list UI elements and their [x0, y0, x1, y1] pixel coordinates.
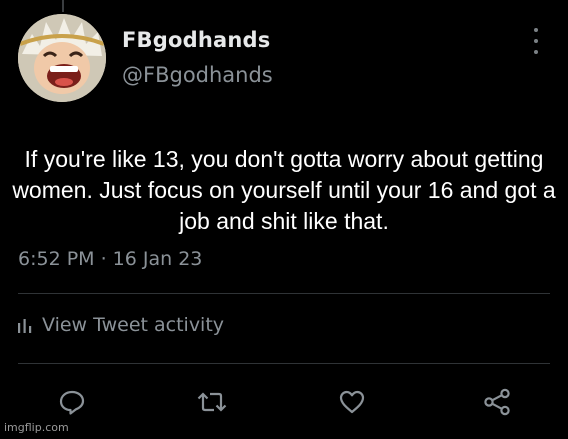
retweet-icon	[197, 392, 227, 412]
like-button[interactable]	[334, 384, 370, 420]
author-display-name[interactable]: FBgodhands	[122, 28, 270, 52]
more-options-icon[interactable]	[526, 28, 546, 54]
reply-icon	[59, 390, 85, 415]
share-button[interactable]	[480, 384, 516, 420]
share-icon	[484, 388, 510, 416]
reply-button[interactable]	[54, 384, 90, 420]
tweet-text: If you're like 13, you don't gotta worry…	[12, 146, 556, 234]
tweet-timestamp[interactable]: 6:52 PM · 16 Jan 23	[18, 248, 202, 270]
view-tweet-activity-label: View Tweet activity	[42, 314, 225, 336]
thread-connector-line	[62, 0, 64, 12]
divider	[18, 293, 550, 294]
retweet-button[interactable]	[194, 384, 230, 420]
view-tweet-activity-link[interactable]: View Tweet activity	[18, 314, 224, 336]
avatar[interactable]	[18, 14, 106, 102]
tweet-action-bar	[0, 384, 568, 420]
imgflip-watermark: imgflip.com	[4, 421, 69, 434]
heart-icon	[339, 390, 365, 414]
analytics-icon	[18, 319, 32, 333]
divider	[18, 363, 550, 364]
author-handle[interactable]: @FBgodhands	[122, 63, 273, 87]
avatar-image	[18, 14, 106, 102]
